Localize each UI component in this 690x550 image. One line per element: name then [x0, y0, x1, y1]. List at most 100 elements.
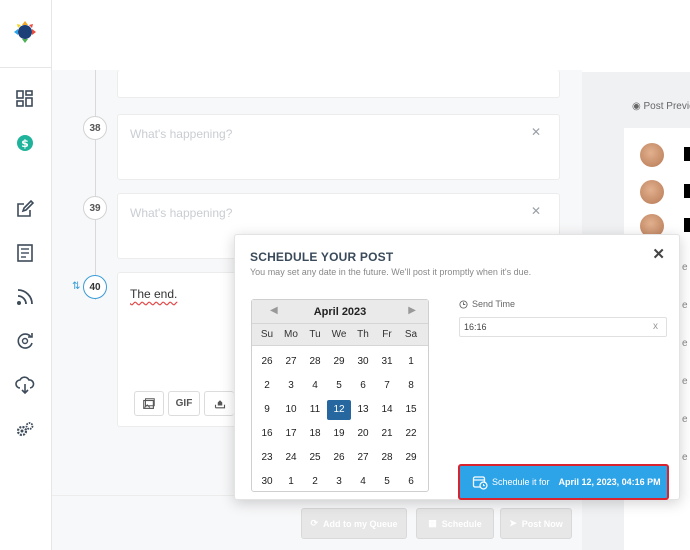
post-box-previous[interactable]: [117, 70, 560, 98]
calendar-day[interactable]: 28: [303, 352, 327, 372]
redacted-name: [684, 218, 690, 232]
calendar-clock-icon: [472, 476, 488, 490]
weekday-header-row: Su Mo Tu We Th Fr Sa: [252, 324, 428, 346]
calendar-day[interactable]: 9: [255, 400, 279, 420]
clock-icon: [459, 299, 468, 309]
calendar-day[interactable]: 5: [327, 376, 351, 396]
calendar-day[interactable]: 10: [279, 400, 303, 420]
calendar-day[interactable]: 4: [351, 472, 375, 492]
calendar-day[interactable]: 6: [399, 472, 423, 492]
calendar-day[interactable]: 27: [351, 448, 375, 468]
calendar-day[interactable]: 4: [303, 376, 327, 396]
preview-text-fragment: e: [682, 376, 688, 387]
calendar-day[interactable]: 18: [303, 424, 327, 444]
avatar: [640, 180, 664, 204]
thread-step-number: 38: [83, 116, 107, 140]
compose-icon[interactable]: [14, 198, 36, 220]
add-to-queue-label: Add to my Queue: [323, 518, 398, 529]
post-now-label: Post Now: [521, 518, 563, 529]
calendar-day[interactable]: 3: [279, 376, 303, 396]
calendar-day[interactable]: 17: [279, 424, 303, 444]
calendar-day[interactable]: 22: [399, 424, 423, 444]
calendar-day[interactable]: 29: [327, 352, 351, 372]
calendar-day[interactable]: 14: [375, 400, 399, 420]
schedule-post-modal: SCHEDULE YOUR POST You may set any date …: [234, 234, 680, 500]
dashboard-icon[interactable]: [14, 88, 36, 110]
cloud-download-icon[interactable]: [14, 374, 36, 396]
calendar-day[interactable]: 1: [399, 352, 423, 372]
remove-post-close-icon[interactable]: ✕: [531, 204, 541, 218]
schedule-button[interactable]: ▦ Schedule: [416, 508, 494, 539]
modal-subtitle: You may set any date in the future. We'l…: [250, 267, 532, 277]
calendar-day[interactable]: 3: [327, 472, 351, 492]
add-to-queue-button[interactable]: ⟳ Add to my Queue: [301, 508, 407, 539]
calendar-day[interactable]: 6: [351, 376, 375, 396]
calendar-day[interactable]: 28: [375, 448, 399, 468]
weekday-label: Th: [357, 329, 369, 340]
svg-text:$: $: [21, 137, 29, 150]
calendar-day[interactable]: 2: [255, 376, 279, 396]
thread-step-number: 40: [83, 275, 107, 299]
rss-icon[interactable]: [14, 286, 36, 308]
queue-icon: ⟳: [310, 518, 319, 528]
avatar: [640, 143, 664, 167]
app-logo-icon[interactable]: [13, 20, 37, 44]
schedule-it-for-button[interactable]: Schedule it for April 12, 2023, 04:16 PM: [458, 464, 669, 500]
dollar-icon[interactable]: $: [14, 132, 36, 154]
calendar-day[interactable]: 15: [399, 400, 423, 420]
composer-header: [52, 0, 582, 70]
calendar-day[interactable]: 25: [303, 448, 327, 468]
calendar-day[interactable]: 24: [279, 448, 303, 468]
gif-button[interactable]: GIF: [168, 391, 200, 416]
settings-icon[interactable]: [14, 418, 36, 440]
calendar-day[interactable]: 31: [375, 352, 399, 372]
next-month-arrow-icon[interactable]: ▶: [408, 305, 416, 316]
send-time-input[interactable]: 16:16 x: [459, 317, 667, 337]
calendar-day[interactable]: 13: [351, 400, 375, 420]
post-text[interactable]: The end.: [130, 287, 177, 301]
calendar-day[interactable]: 27: [279, 352, 303, 372]
calendar-day[interactable]: 16: [255, 424, 279, 444]
post-now-button[interactable]: ➤ Post Now: [500, 508, 572, 539]
calendar-day[interactable]: 29: [399, 448, 423, 468]
preview-text-fragment: e: [682, 452, 688, 463]
calendar-day[interactable]: 30: [351, 352, 375, 372]
post-preview-title: Post Preview: [643, 101, 690, 112]
calendar-day[interactable]: 26: [255, 352, 279, 372]
upload-icon[interactable]: [204, 391, 234, 416]
calendar-day[interactable]: 26: [327, 448, 351, 468]
calendar-week-row: 16 17 18 19 20 21 22: [255, 422, 427, 446]
calendar-day[interactable]: 20: [351, 424, 375, 444]
calendar-week-row: 30 1 2 3 4 5 6: [255, 470, 427, 494]
calendar-day[interactable]: 1: [279, 472, 303, 492]
post-box[interactable]: What's happening? ✕: [117, 114, 560, 180]
sidebar-divider: [0, 67, 52, 68]
date-picker: ◀ April 2023 ▶ Su Mo Tu We Th Fr Sa 26 27 28 29 30…: [251, 299, 429, 492]
calendar-day[interactable]: 5: [375, 472, 399, 492]
calendar-day[interactable]: 2: [303, 472, 327, 492]
calendar-header: ◀ April 2023 ▶: [252, 300, 428, 324]
calendar-day[interactable]: 21: [375, 424, 399, 444]
calendar-day[interactable]: 7: [375, 376, 399, 396]
send-time-label: Send Time: [472, 299, 516, 309]
recycle-icon[interactable]: [14, 330, 36, 352]
add-image-icon[interactable]: [134, 391, 164, 416]
eye-icon: ◉: [632, 101, 641, 112]
weekday-label: Sa: [404, 329, 418, 340]
preview-text-fragment: e: [682, 262, 688, 273]
redacted-name: [684, 184, 690, 198]
calendar-day[interactable]: 8: [399, 376, 423, 396]
remove-post-close-icon[interactable]: ✕: [531, 125, 541, 139]
clear-time-icon[interactable]: x: [653, 318, 658, 336]
calendar-day[interactable]: 11: [303, 400, 327, 420]
schedule-button-label: Schedule it for: [492, 477, 550, 487]
queue-icon[interactable]: [14, 242, 36, 264]
calendar-month-label: April 2023: [313, 306, 367, 318]
schedule-label: Schedule: [441, 518, 482, 529]
calendar-day-selected[interactable]: 12: [327, 400, 351, 420]
calendar-day[interactable]: 30: [255, 472, 279, 492]
close-icon[interactable]: ✕: [652, 245, 665, 263]
reorder-arrows-icon[interactable]: ⇅: [72, 281, 80, 292]
calendar-day[interactable]: 23: [255, 448, 279, 468]
calendar-day[interactable]: 19: [327, 424, 351, 444]
